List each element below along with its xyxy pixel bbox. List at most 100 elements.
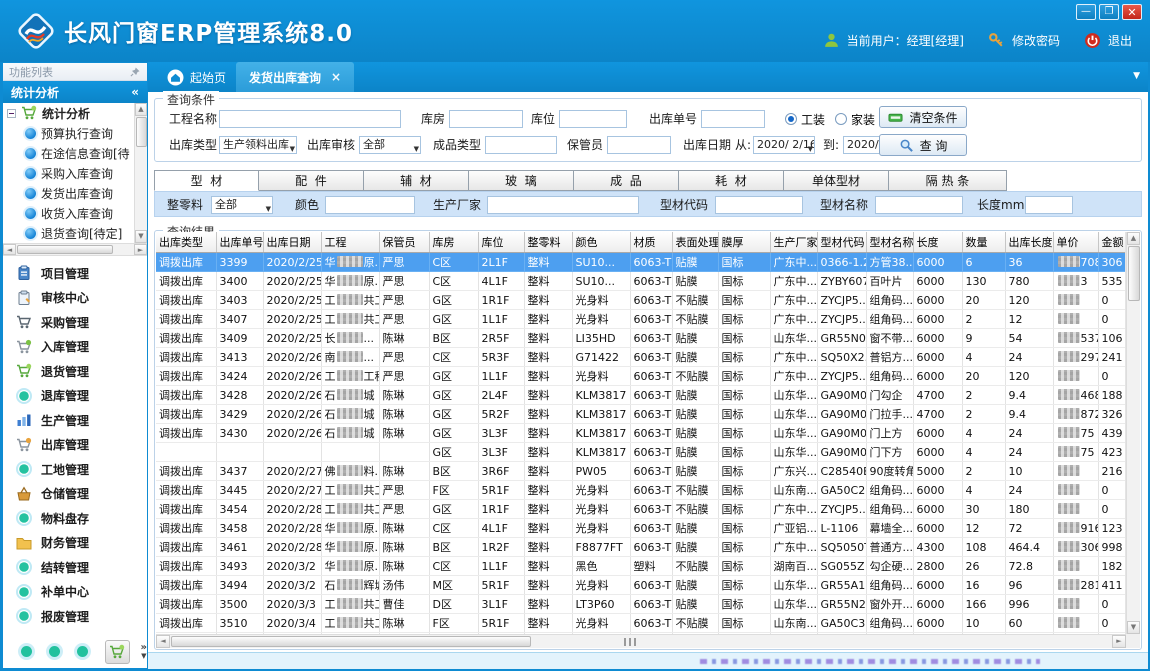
table-row[interactable]: 调拨出库34582020/2/28华原...陈琳C区4L1F整料光身料6063-… — [156, 519, 1126, 538]
tree-hscroll-thumb[interactable] — [17, 245, 113, 254]
radio-workwear[interactable]: 工装 — [785, 110, 825, 128]
material-tab[interactable]: 辅 材 — [364, 170, 469, 191]
material-tab[interactable]: 单体型材 — [784, 170, 889, 191]
tree-horizontal-sc­rollbar[interactable]: ◄ ► — [3, 243, 147, 256]
column-header[interactable]: 单价 — [1053, 232, 1098, 253]
sidebar-module-item[interactable]: 补单中心 — [3, 580, 147, 605]
tree-item[interactable]: 预算执行查询 — [3, 123, 134, 143]
column-header[interactable]: 金额 — [1098, 232, 1126, 253]
table-row[interactable]: 调拨出库34942020/3/2石辉城汤伟M区5R1F整料光身料6063-T5贴… — [156, 576, 1126, 595]
scroll-up-icon[interactable]: ▲ — [1127, 232, 1140, 245]
tab-shipping-outbound-query[interactable]: 发货出库查询 × — [236, 62, 354, 92]
table-row[interactable]: 调拨出库33992020/2/25华原...严思C区2L1F整料SU10...6… — [156, 253, 1126, 272]
profile-name-input[interactable] — [875, 196, 963, 214]
clear-conditions-button[interactable]: 清空条件 — [879, 106, 967, 128]
color-input[interactable] — [325, 196, 415, 214]
tree-expander-icon[interactable] — [7, 109, 16, 118]
material-tab[interactable]: 成 品 — [574, 170, 679, 191]
column-header[interactable]: 型材代码 — [817, 232, 866, 253]
table-row[interactable]: 调拨出库34002020/2/25华原...严思C区4L1F整料SU10...6… — [156, 272, 1126, 291]
scroll-left-icon[interactable]: ◄ — [3, 244, 16, 255]
sidebar-module-item[interactable]: 物料盘存 — [3, 506, 147, 531]
whole-part-select[interactable]: 全部 ▼ — [211, 196, 273, 214]
warehouse-input[interactable] — [449, 110, 523, 128]
quick-cart-button[interactable] — [105, 640, 130, 664]
sidebar-module-item[interactable]: 出库管理 — [3, 433, 147, 458]
collapse-icon[interactable]: « — [131, 85, 139, 99]
sidebar-module-item[interactable]: 报废管理 — [3, 604, 147, 629]
quick-module-icon[interactable] — [77, 646, 88, 657]
order-no-input[interactable] — [701, 110, 765, 128]
table-row[interactable]: 调拨出库35002020/3/3工共工程曹佳D区3L1F整料LT3P606063… — [156, 595, 1126, 614]
scroll-up-icon[interactable]: ▲ — [135, 103, 147, 116]
column-header[interactable]: 长度 — [913, 232, 962, 253]
tab-home[interactable]: 起始页 — [154, 62, 239, 92]
column-header[interactable]: 数量 — [962, 232, 1005, 253]
material-tab[interactable]: 隔 热 条 — [889, 170, 1007, 191]
column-header[interactable]: 出库日期 — [263, 232, 321, 253]
material-tab[interactable]: 配 件 — [259, 170, 364, 191]
search-button[interactable]: 查 询 — [879, 134, 967, 156]
table-row[interactable]: 调拨出库35102020/3/4工共工程陈琳F区5R1F整料光身料6063-T5… — [156, 614, 1126, 633]
tree-root-node[interactable]: 统计分析 — [3, 103, 134, 123]
sidebar-module-item[interactable]: 结转管理 — [3, 555, 147, 580]
column-header[interactable]: 工程 — [321, 232, 379, 253]
column-header[interactable]: 表面处理 — [672, 232, 718, 253]
table-row[interactable]: 调拨出库34282020/2/26石城陈琳G区2L4F整料KLM38176063… — [156, 386, 1126, 405]
material-tab[interactable]: 型 材 — [154, 170, 259, 191]
project-name-input[interactable] — [219, 110, 401, 128]
scroll-down-icon[interactable]: ▼ — [1127, 621, 1140, 634]
tree-item[interactable]: 退货查询[待定] — [3, 223, 134, 243]
scroll-grip-icon[interactable] — [624, 638, 638, 646]
sidebar-module-item[interactable]: 审核中心 — [3, 286, 147, 311]
table-row[interactable]: 调拨出库34932020/3/2华原...陈琳C区1L1F整料黑色塑料不贴膜国标… — [156, 557, 1126, 576]
sidebar-module-item[interactable]: 财务管理 — [3, 531, 147, 556]
tree-item[interactable]: 发货出库查询 — [3, 183, 134, 203]
table-hscroll-thumb[interactable] — [171, 636, 531, 647]
column-header[interactable]: 保管员 — [379, 232, 429, 253]
scroll-left-icon[interactable]: ◄ — [156, 635, 170, 648]
column-header[interactable]: 整零料 — [524, 232, 572, 253]
table-row[interactable]: 调拨出库34032020/2/25工共工程严思G区1R1F整料光身料6063-T… — [156, 291, 1126, 310]
tree-scroll-thumb[interactable] — [136, 117, 147, 147]
table-row[interactable]: G区3L3F整料KLM38176063-T5贴膜国标山东华...GA90M09.… — [156, 443, 1126, 462]
column-header[interactable]: 出库长度 — [1005, 232, 1053, 253]
sidebar-module-item[interactable]: 仓储管理 — [3, 482, 147, 507]
table-row[interactable]: 调拨出库34452020/2/27工共工程严思F区5R1F整料光身料6063-T… — [156, 481, 1126, 500]
outbound-type-select[interactable]: 生产领料出库 ▼ — [219, 136, 297, 154]
pin-icon[interactable] — [129, 66, 141, 78]
tab-close-icon[interactable]: × — [331, 70, 341, 84]
logout-link[interactable]: 退出 — [1108, 32, 1132, 49]
minimize-button[interactable]: — — [1076, 4, 1096, 20]
scroll-down-icon[interactable]: ▼ — [135, 230, 147, 243]
section-header[interactable]: 统计分析 « — [3, 81, 147, 103]
sidebar-module-item[interactable]: 退货管理 — [3, 359, 147, 384]
sidebar-module-item[interactable]: 入库管理 — [3, 335, 147, 360]
column-header[interactable]: 生产厂家 — [770, 232, 817, 253]
close-button[interactable]: ✕ — [1122, 4, 1142, 20]
sidebar-overflow-button[interactable]: » ▼ — [141, 644, 147, 660]
sidebar-module-item[interactable]: 生产管理 — [3, 408, 147, 433]
column-header[interactable]: 材质 — [630, 232, 672, 253]
sidebar-module-item[interactable]: 项目管理 — [3, 261, 147, 286]
material-tab[interactable]: 耗 材 — [679, 170, 784, 191]
location-input[interactable] — [559, 110, 627, 128]
material-tab[interactable]: 玻 璃 — [469, 170, 574, 191]
tree-item[interactable]: 在途信息查询[待 — [3, 143, 134, 163]
column-header[interactable]: 出库类型 — [156, 232, 216, 253]
column-header[interactable]: 库位 — [478, 232, 524, 253]
date-from-picker[interactable]: 2020/ 2/16 ▼ — [753, 136, 815, 154]
table-row[interactable]: 调拨出库34072020/2/25工共工程严思G区1L1F整料光身料6063-T… — [156, 310, 1126, 329]
quick-module-icon[interactable] — [49, 646, 60, 657]
tree-item[interactable]: 采购入库查询 — [3, 163, 134, 183]
keeper-input[interactable] — [607, 136, 671, 154]
table-row[interactable]: 调拨出库34612020/2/28华原...陈琳B区1R2F整料F8877FT6… — [156, 538, 1126, 557]
profile-code-input[interactable] — [715, 196, 803, 214]
audit-select[interactable]: 全部 ▼ — [359, 136, 421, 154]
change-password-link[interactable]: 修改密码 — [1012, 32, 1060, 49]
table-row[interactable]: 调拨出库34372020/2/27佛料...陈琳B区3R6F整料PW056063… — [156, 462, 1126, 481]
tab-overflow-icon[interactable]: ▼ — [1133, 71, 1140, 81]
scroll-right-icon[interactable]: ► — [134, 244, 147, 255]
vendor-input[interactable] — [487, 196, 639, 214]
column-header[interactable]: 库房 — [429, 232, 478, 253]
